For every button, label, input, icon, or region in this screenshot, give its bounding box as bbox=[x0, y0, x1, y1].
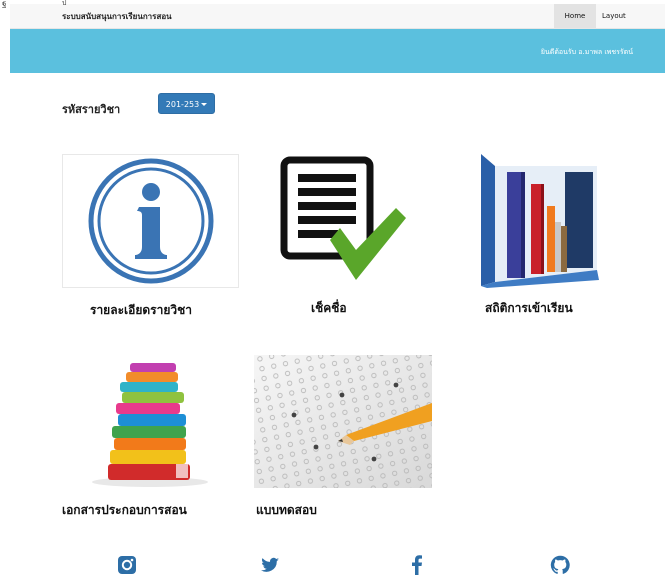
attendance-card[interactable] bbox=[278, 156, 410, 286]
course-code-label: รหัสรายวิชา bbox=[62, 103, 121, 116]
attendance-stats-title[interactable]: สถิติการเข้าเรียน bbox=[485, 299, 573, 318]
corner-glyph: ฐ bbox=[2, 0, 7, 8]
instagram-icon[interactable] bbox=[117, 555, 137, 575]
welcome-text: ยินดีต้อนรับ อ.มาพล เพชรรัตน์ bbox=[540, 48, 633, 56]
course-dropdown-value: 201-253 bbox=[165, 100, 200, 109]
github-icon[interactable] bbox=[550, 555, 570, 575]
attendance-stats-card[interactable] bbox=[477, 150, 603, 288]
nav-layout[interactable]: Layout bbox=[602, 4, 626, 28]
course-dropdown-button[interactable]: 201-253 bbox=[158, 93, 215, 114]
caret-down-icon bbox=[201, 103, 208, 106]
top-navbar: ระบบสนับสนุนการเรียนการสอน Home Layout bbox=[10, 4, 665, 29]
teaching-documents-card[interactable] bbox=[80, 360, 220, 488]
quiz-card[interactable] bbox=[254, 355, 432, 488]
corner-mark: ป bbox=[62, 0, 67, 7]
course-details-title[interactable]: รายละเอียดรายวิชา bbox=[90, 301, 192, 320]
welcome-banner: ยินดีต้อนรับ อ.มาพล เพชรรัตน์ bbox=[10, 29, 665, 73]
quiz-title[interactable]: แบบทดสอบ bbox=[256, 501, 317, 520]
checklist-icon bbox=[280, 156, 406, 280]
nav-home[interactable]: Home bbox=[554, 4, 596, 28]
twitter-icon[interactable] bbox=[260, 555, 280, 575]
brand-title[interactable]: ระบบสนับสนุนการเรียนการสอน bbox=[62, 10, 172, 23]
exam-sheet-icon bbox=[254, 355, 432, 488]
attendance-title[interactable]: เช็คชื่อ bbox=[311, 299, 347, 318]
teaching-documents-title[interactable]: เอกสารประกอบการสอน bbox=[62, 501, 187, 520]
bar-chart-icon bbox=[481, 154, 599, 288]
info-icon bbox=[88, 158, 214, 284]
facebook-icon[interactable] bbox=[407, 555, 427, 575]
course-details-card[interactable] bbox=[62, 154, 239, 288]
books-icon bbox=[92, 363, 208, 487]
